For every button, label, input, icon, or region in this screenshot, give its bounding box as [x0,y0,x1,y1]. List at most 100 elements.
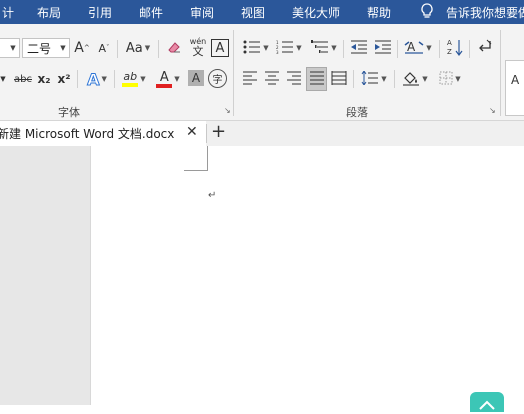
style-preview: A [511,73,520,87]
chinese-layout-button[interactable]: A ▼ [401,37,435,59]
chevron-down-icon: ▼ [101,75,107,83]
multilevel-list-icon [311,39,329,57]
subscript-button[interactable]: x₂ [35,68,53,90]
tell-me-search[interactable]: 告诉我你想要做 [446,4,524,21]
chevron-down-icon: ▼ [60,44,66,52]
font-group-label: 字体 [58,106,80,119]
dialog-launcher-icon[interactable]: ↘ [489,106,496,115]
document-tab[interactable]: 新建 Microsoft Word 文档.docx ✕ [0,121,206,146]
sort-button[interactable]: AZ [444,37,466,59]
menu-references[interactable]: 引用 [88,4,112,21]
chevron-down-icon: ▼ [426,44,432,52]
paragraph-group-label: 段落 [346,106,368,119]
menu-beautify[interactable]: 美化大师 [292,4,340,21]
menu-design-fragment[interactable]: 计 [2,4,14,21]
enclose-characters-button[interactable]: 字 [208,69,227,88]
separator [114,70,115,88]
distributed-button[interactable] [329,68,349,90]
clear-formatting-button[interactable] [164,37,184,59]
menu-layout[interactable]: 布局 [37,4,61,21]
align-left-icon [242,71,258,88]
floating-assistant-button[interactable] [470,392,504,412]
separator [394,70,395,88]
shading-button[interactable]: ▼ [399,68,431,90]
lightbulb-icon[interactable] [420,3,434,22]
ribbon: ▼ 二号 ▼ A ^ Aˇ Aa ▼ wén 文 A ▼ abc x₂ x² A ▼ [0,24,524,121]
change-case-button[interactable]: Aa ▼ [122,37,154,59]
menu-review[interactable]: 审阅 [190,4,214,21]
highlight-color-button[interactable]: ab ▼ [118,68,150,90]
shrink-font-button[interactable]: Aˇ [94,37,114,59]
character-border-button[interactable]: A [211,39,229,57]
separator [397,40,398,58]
line-spacing-button[interactable]: ▼ [358,68,390,90]
new-tab-icon[interactable]: + [211,121,226,142]
show-paragraph-marks-button[interactable] [474,37,496,59]
styles-gallery[interactable]: A [505,60,524,116]
grow-font-button[interactable]: A ^ [72,37,92,59]
line-spacing-icon [361,69,379,88]
paragraph-mark-icon [478,39,492,57]
close-icon[interactable]: ✕ [186,124,198,140]
numbered-list-icon: 123 [276,40,294,57]
chinese-layout-icon: A [404,39,424,58]
menu-mailings[interactable]: 邮件 [139,4,163,21]
paint-bucket-icon [402,70,420,89]
group-separator [233,30,234,116]
font-color-button[interactable]: A ▼ [152,68,184,90]
distributed-icon [331,70,347,88]
justify-button[interactable] [306,67,327,91]
text-effects-button[interactable]: A ▼ [82,68,112,90]
separator [117,40,118,58]
numbering-button[interactable]: 123 ▼ [273,37,305,59]
strikethrough-button[interactable]: abc [12,68,34,90]
phonetic-char: 文 [192,45,204,58]
margin-corner-mark [207,146,208,171]
font-size-combo[interactable]: 二号 ▼ [22,38,70,58]
menu-help[interactable]: 帮助 [367,4,391,21]
menu-view[interactable]: 视图 [241,4,265,21]
phonetic-guide-button[interactable]: wén 文 [187,36,209,58]
align-center-icon [264,71,280,88]
chevron-down-icon: ▼ [296,44,302,52]
chevron-down-icon: ▼ [331,44,337,52]
chevron-down-icon: ▼ [422,75,428,83]
font-color-swatch [156,83,173,88]
menu-bar: 计 布局 引用 邮件 审阅 视图 美化大师 帮助 告诉我你想要做 [0,0,524,24]
increase-indent-button[interactable] [372,37,394,59]
decrease-indent-button[interactable] [348,37,370,59]
chevron-down-icon[interactable]: ▼ [0,68,8,90]
chevron-down-icon: ▼ [10,44,16,52]
separator [469,40,470,58]
align-right-button[interactable] [284,68,304,90]
eraser-icon [166,39,182,58]
multilevel-list-button[interactable]: ▼ [307,37,341,59]
font-name-combo[interactable]: ▼ [0,38,20,58]
align-left-button[interactable] [240,68,260,90]
increase-indent-icon [374,40,392,57]
character-shading-button[interactable]: A [188,70,204,86]
separator [439,40,440,58]
paragraph-mark: ↵ [208,190,217,201]
decrease-indent-icon [350,40,368,57]
navigation-pane [0,146,91,405]
borders-icon [439,71,453,88]
bullet-list-icon [243,40,261,57]
separator [353,70,354,88]
separator [343,40,344,58]
bullets-button[interactable]: ▼ [240,37,272,59]
dialog-launcher-icon[interactable]: ↘ [224,106,231,115]
justify-icon [309,71,325,88]
borders-button[interactable]: ▼ [434,68,466,90]
superscript-button[interactable]: x² [55,68,73,90]
chevron-down-icon: ▼ [140,75,146,83]
font-size-value: 二号 [27,41,52,56]
align-right-icon [286,71,302,88]
document-page[interactable]: ↵ [91,146,524,405]
svg-text:3: 3 [276,50,279,54]
separator [77,70,78,88]
chevron-down-icon: ▼ [455,75,461,83]
chevron-down-icon: ▼ [144,44,151,52]
align-center-button[interactable] [262,68,282,90]
highlight-swatch [122,83,139,87]
